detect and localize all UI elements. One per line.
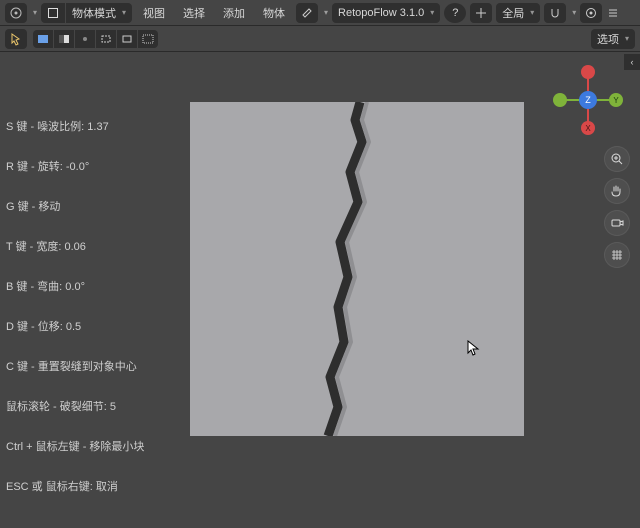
perspective-icon[interactable] <box>604 242 630 268</box>
chevron-down-icon: ▾ <box>122 8 126 17</box>
header-toolbar: ▾ 物体模式 ▾ 视图 选择 添加 物体 ▾ RetopoFlow 3.1.0 … <box>0 0 640 26</box>
orientation-label: 全局 <box>502 5 524 21</box>
mode-select[interactable]: 物体模式 ▾ <box>66 3 132 23</box>
orientation-select[interactable]: 全局 ▾ <box>496 3 540 23</box>
select-mode-4[interactable] <box>96 30 116 48</box>
chevron-down-icon: ▾ <box>324 8 328 17</box>
pan-icon[interactable] <box>604 178 630 204</box>
axis-y-label: Y <box>613 96 619 105</box>
menu-select[interactable]: 选择 <box>176 3 212 23</box>
select-mode-5[interactable] <box>117 30 137 48</box>
options-label: 选项 <box>597 31 619 47</box>
hint-wheel: 鼠标滚轮 - 破裂细节: 5 <box>6 398 144 414</box>
chevron-down-icon: ▾ <box>530 8 534 17</box>
hint-g: G 键 - 移动 <box>6 198 144 214</box>
hint-s: S 键 - 噪波比例: 1.37 <box>6 118 144 134</box>
nav-gizmo[interactable]: Y X Z <box>548 60 628 140</box>
camera-icon[interactable] <box>604 210 630 236</box>
hint-r: R 键 - 旋转: -0.0° <box>6 158 144 174</box>
select-tool-icon[interactable] <box>5 29 27 49</box>
chevron-down-icon: ▾ <box>430 8 434 17</box>
chevron-down-icon: ▾ <box>33 8 37 17</box>
dot-icon <box>83 37 87 41</box>
zoom-icon[interactable] <box>604 146 630 172</box>
proportional-icon[interactable] <box>580 3 602 23</box>
axis-x-label: X <box>585 124 591 133</box>
select-mode-6[interactable] <box>138 30 158 48</box>
orientation-icon[interactable] <box>470 3 492 23</box>
viewport-3d[interactable] <box>190 102 524 436</box>
select-mode-1[interactable] <box>33 30 53 48</box>
mode-select-label: 物体模式 <box>72 5 116 21</box>
mode-icon-button[interactable] <box>41 3 65 23</box>
crack-geometry <box>190 102 524 436</box>
hint-c: C 键 - 重置裂缝到对象中心 <box>6 358 144 374</box>
pivot-icon[interactable] <box>296 3 318 23</box>
overflow-icon[interactable] <box>606 3 620 23</box>
menu-object[interactable]: 物体 <box>256 3 292 23</box>
editor-type-icon[interactable] <box>5 3 27 23</box>
tool-settings-bar: 选项 ▾ <box>0 26 640 52</box>
hint-ctrl-lmb: Ctrl + 鼠标左键 - 移除最小块 <box>6 438 144 454</box>
menu-view[interactable]: 视图 <box>136 3 172 23</box>
hint-d: D 键 - 位移: 0.5 <box>6 318 144 334</box>
options-dropdown[interactable]: 选项 ▾ <box>591 29 635 49</box>
selection-mode-set <box>33 30 158 48</box>
viewport-controls <box>604 146 630 268</box>
snap-icon[interactable] <box>544 3 566 23</box>
select-mode-2[interactable] <box>54 30 74 48</box>
hint-b: B 键 - 弯曲: 0.0° <box>6 278 144 294</box>
operator-hints: S 键 - 噪波比例: 1.37 R 键 - 旋转: -0.0° G 键 - 移… <box>6 118 144 494</box>
help-icon[interactable]: ? <box>444 3 466 23</box>
chevron-down-icon: ▾ <box>572 8 576 17</box>
addon-label: RetopoFlow 3.1.0 <box>338 7 424 19</box>
chevron-down-icon: ▾ <box>625 34 629 43</box>
hint-esc: ESC 或 鼠标右键: 取消 <box>6 478 144 494</box>
menu-add[interactable]: 添加 <box>216 3 252 23</box>
axis-z-label: Z <box>585 95 591 105</box>
addon-dropdown[interactable]: RetopoFlow 3.1.0 ▾ <box>332 3 440 23</box>
hint-t: T 键 - 宽度: 0.06 <box>6 238 144 254</box>
select-mode-3[interactable] <box>75 30 95 48</box>
